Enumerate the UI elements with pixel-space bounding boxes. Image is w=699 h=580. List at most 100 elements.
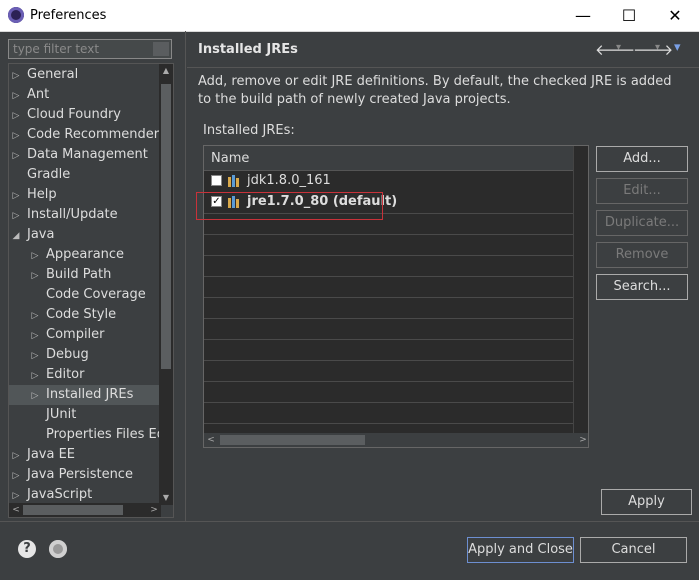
duplicate-button[interactable]: Duplicate... (596, 210, 688, 236)
maximize-button[interactable]: ☐ (606, 0, 652, 31)
tree-item[interactable]: ▷ Debug (28, 345, 89, 365)
forward-dropdown-icon[interactable]: ▾ (655, 42, 660, 53)
expand-arrow-icon[interactable]: ▷ (28, 346, 42, 366)
table-row[interactable]: jdk1.8.0_161 (204, 171, 576, 191)
tree-item[interactable]: ▷ Build Path (28, 265, 112, 286)
expand-arrow-icon[interactable]: ▷ (9, 66, 23, 86)
tree-item[interactable]: ▷ Install/Update (9, 205, 118, 225)
expand-arrow-icon[interactable]: ▷ (28, 306, 42, 326)
table-grid-line (204, 339, 576, 340)
tree-hscroll-thumb[interactable] (23, 505, 123, 515)
minimize-button[interactable]: — (560, 0, 606, 31)
tree-item[interactable]: ◢ Java (9, 225, 55, 246)
column-header-name[interactable]: Name (211, 151, 249, 166)
remove-button[interactable]: Remove (596, 242, 688, 268)
expand-arrow-icon[interactable]: ▷ (28, 386, 42, 406)
tree-item[interactable]: ▷ Help (9, 185, 57, 205)
scroll-up-icon[interactable]: ▲ (159, 64, 173, 78)
pane-separator[interactable] (185, 31, 186, 521)
scroll-left-icon[interactable]: < (9, 503, 23, 517)
tree-item[interactable]: Gradle (9, 165, 70, 185)
jre-table[interactable]: Name jdk1.8.0_161 ✓ jre1.7.0_80 (default… (203, 145, 589, 448)
tree-item[interactable]: ▷ Ant (9, 85, 50, 106)
table-grid-line (204, 234, 576, 235)
table-header[interactable]: Name (204, 146, 576, 171)
tree-vertical-scrollbar[interactable]: ▲ ▼ (159, 64, 173, 505)
tree-item[interactable]: JUnit (28, 405, 76, 425)
scroll-left-icon[interactable]: < (204, 433, 218, 447)
expand-arrow-icon[interactable]: ▷ (9, 206, 23, 226)
tree-item-label: Cloud Foundry (27, 107, 122, 122)
tree-item[interactable]: ▷ Java EE (9, 445, 76, 466)
add-button[interactable]: Add... (596, 146, 688, 172)
close-button[interactable]: ✕ (652, 0, 698, 31)
tree-item[interactable]: ▷ Editor (28, 365, 85, 386)
cancel-button[interactable]: Cancel (580, 537, 687, 563)
jre-name: jdk1.8.0_161 (247, 173, 331, 188)
scroll-right-icon[interactable]: > (576, 433, 588, 447)
jre-checkbox[interactable] (211, 175, 222, 186)
tree-item[interactable]: ▷ Java Persistence (9, 465, 133, 485)
forward-icon[interactable]: 🡒 (633, 40, 673, 59)
expand-arrow-icon[interactable]: ▷ (9, 446, 23, 466)
tree-item-label: Install/Update (27, 207, 118, 222)
expand-arrow-icon[interactable]: ▷ (28, 326, 42, 346)
tree-item-label: JavaScript (27, 487, 93, 502)
tree-item[interactable]: Properties Files Ed (28, 425, 165, 445)
table-grid-line (204, 318, 576, 319)
import-export-icon[interactable] (49, 540, 67, 558)
expand-arrow-icon[interactable]: ▷ (28, 246, 42, 266)
tree-horizontal-scrollbar[interactable]: < > (9, 503, 161, 517)
scroll-down-icon[interactable]: ▼ (159, 491, 173, 505)
page-title: Installed JREs (198, 42, 298, 57)
help-icon[interactable]: ? (18, 540, 36, 558)
tree-item[interactable]: ▷ Appearance (28, 245, 125, 266)
expand-arrow-icon[interactable]: ◢ (9, 226, 23, 246)
preference-tree[interactable]: ▷ General ▷ Ant ▷ Cloud Foundry ▷ Code Recommen… (8, 63, 174, 518)
expand-arrow-icon[interactable]: ▷ (9, 106, 23, 126)
tree-item[interactable]: Code Coverage (28, 285, 146, 305)
tree-item-label: JUnit (46, 407, 77, 422)
scroll-right-icon[interactable]: > (147, 503, 161, 517)
table-grid-line (204, 360, 576, 361)
filter-input[interactable]: type filter text (8, 39, 172, 59)
tree-item-label: Ant (27, 87, 50, 102)
installed-jres-label: Installed JREs: (203, 123, 295, 138)
tree-item-label: Code Style (46, 307, 117, 322)
tree-item-label: Editor (46, 367, 85, 382)
apply-button[interactable]: Apply (601, 489, 692, 515)
expand-arrow-icon[interactable]: ▷ (9, 86, 23, 106)
tree-item-label: Build Path (46, 267, 112, 282)
expand-arrow-icon[interactable]: ▷ (9, 146, 23, 166)
edit-button[interactable]: Edit... (596, 178, 688, 204)
tree-item[interactable]: ▷ Compiler (28, 325, 105, 345)
view-menu-icon[interactable]: ▾ (674, 40, 681, 55)
expand-arrow-icon[interactable]: ▷ (9, 466, 23, 486)
expand-arrow-icon[interactable]: ▷ (28, 366, 42, 386)
apply-and-close-button[interactable]: Apply and Close (467, 537, 574, 563)
tree-item[interactable]: ▷ Cloud Foundry (9, 105, 121, 125)
tree-item[interactable]: ▷ Data Management (9, 145, 148, 165)
clear-filter-icon[interactable] (153, 42, 169, 56)
pane-header: Installed JREs 🡐 ▾ 🡒 ▾ ▾ (187, 31, 699, 68)
tree-item-label: Data Management (27, 147, 148, 162)
tree-item[interactable]: ▷ Installed JREs (9, 385, 173, 406)
table-grid-line (204, 297, 576, 298)
back-dropdown-icon[interactable]: ▾ (616, 42, 621, 53)
expand-arrow-icon[interactable]: ▷ (9, 126, 23, 146)
tree-item[interactable]: ▷ Code Style (28, 305, 117, 326)
eclipse-icon (8, 7, 24, 23)
tree-item[interactable]: ▷ General (9, 65, 79, 86)
expand-arrow-icon[interactable]: ▷ (9, 186, 23, 206)
table-hscroll-thumb[interactable] (220, 435, 365, 445)
tree-scroll-thumb[interactable] (161, 84, 171, 369)
table-horizontal-scrollbar[interactable]: < > (204, 433, 588, 447)
table-grid-line (204, 255, 576, 256)
title-bar: Preferences — ☐ ✕ (0, 0, 699, 32)
expand-arrow-icon[interactable]: ▷ (28, 266, 42, 286)
tree-item[interactable]: ▷ JavaScript (9, 485, 93, 505)
selection-highlight-box (196, 192, 383, 220)
tree-item[interactable]: ▷ Code Recommenders (9, 125, 166, 145)
search-button[interactable]: Search... (596, 274, 688, 300)
table-vertical-scrollbar[interactable] (573, 146, 588, 433)
